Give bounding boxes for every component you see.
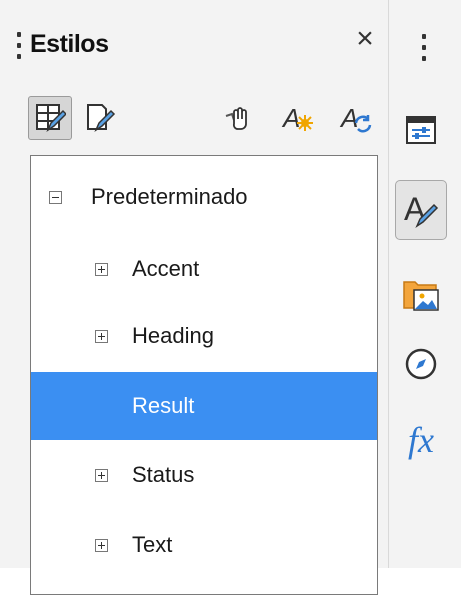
expand-icon[interactable] bbox=[95, 469, 108, 482]
tree-root-predeterminado[interactable]: Predeterminado bbox=[31, 163, 377, 231]
svg-text:A: A bbox=[281, 103, 300, 133]
expand-icon[interactable] bbox=[95, 330, 108, 343]
update-style-button[interactable]: A bbox=[334, 96, 378, 140]
close-icon: × bbox=[356, 22, 374, 55]
properties-icon bbox=[406, 116, 436, 144]
expand-icon[interactable] bbox=[95, 539, 108, 552]
tab-navigator[interactable] bbox=[395, 334, 447, 394]
sidebar-tab-bar: A fx bbox=[388, 0, 461, 568]
tree-item-text[interactable]: Text bbox=[31, 511, 377, 579]
tree-item-label: Predeterminado bbox=[91, 184, 248, 209]
svg-text:A: A bbox=[339, 103, 358, 133]
tree-item-accent[interactable]: Accent bbox=[31, 235, 377, 303]
tree-item-label: Heading bbox=[132, 323, 214, 348]
expand-icon[interactable] bbox=[95, 263, 108, 276]
tree-item-result[interactable]: Result bbox=[31, 372, 377, 440]
paragraph-styles-icon bbox=[36, 104, 66, 133]
deck-grip-icon[interactable] bbox=[17, 32, 21, 62]
navigator-icon bbox=[405, 348, 437, 380]
new-style-button[interactable]: A bbox=[276, 96, 320, 140]
tab-functions[interactable]: fx bbox=[395, 410, 447, 470]
styles-icon: A bbox=[404, 191, 439, 229]
styles-deck: Estilos × A A Predeterminado Accent Head… bbox=[0, 0, 388, 595]
tree-item-label: Text bbox=[132, 532, 173, 557]
styles-tree[interactable]: Predeterminado Accent Heading Result Sta… bbox=[30, 155, 378, 595]
tree-item-label: Result bbox=[132, 393, 195, 418]
tree-item-heading[interactable]: Heading bbox=[31, 302, 377, 370]
fill-format-mode-button[interactable] bbox=[216, 96, 260, 140]
new-style-from-selection-icon: A bbox=[281, 103, 313, 133]
character-styles-icon bbox=[87, 104, 116, 133]
deck-title: Estilos bbox=[30, 30, 109, 58]
tree-item-status[interactable]: Status bbox=[31, 441, 377, 509]
tab-styles[interactable]: A bbox=[395, 180, 447, 240]
update-style-icon: A bbox=[339, 103, 372, 133]
tab-properties[interactable] bbox=[395, 100, 447, 160]
tree-item-label: Accent bbox=[132, 256, 200, 281]
character-styles-button[interactable] bbox=[78, 96, 122, 140]
tab-gallery[interactable] bbox=[395, 264, 447, 324]
gallery-icon bbox=[403, 281, 439, 311]
collapse-icon[interactable] bbox=[49, 191, 62, 204]
tree-item-label: Status bbox=[132, 462, 195, 487]
functions-icon: fx bbox=[408, 420, 434, 460]
close-deck-button[interactable]: × bbox=[350, 24, 380, 54]
paragraph-styles-button[interactable] bbox=[28, 96, 72, 140]
sidebar-menu-icon[interactable] bbox=[422, 34, 426, 64]
fill-format-mode-icon bbox=[225, 107, 247, 130]
styles-toolbar: A A bbox=[28, 96, 380, 146]
